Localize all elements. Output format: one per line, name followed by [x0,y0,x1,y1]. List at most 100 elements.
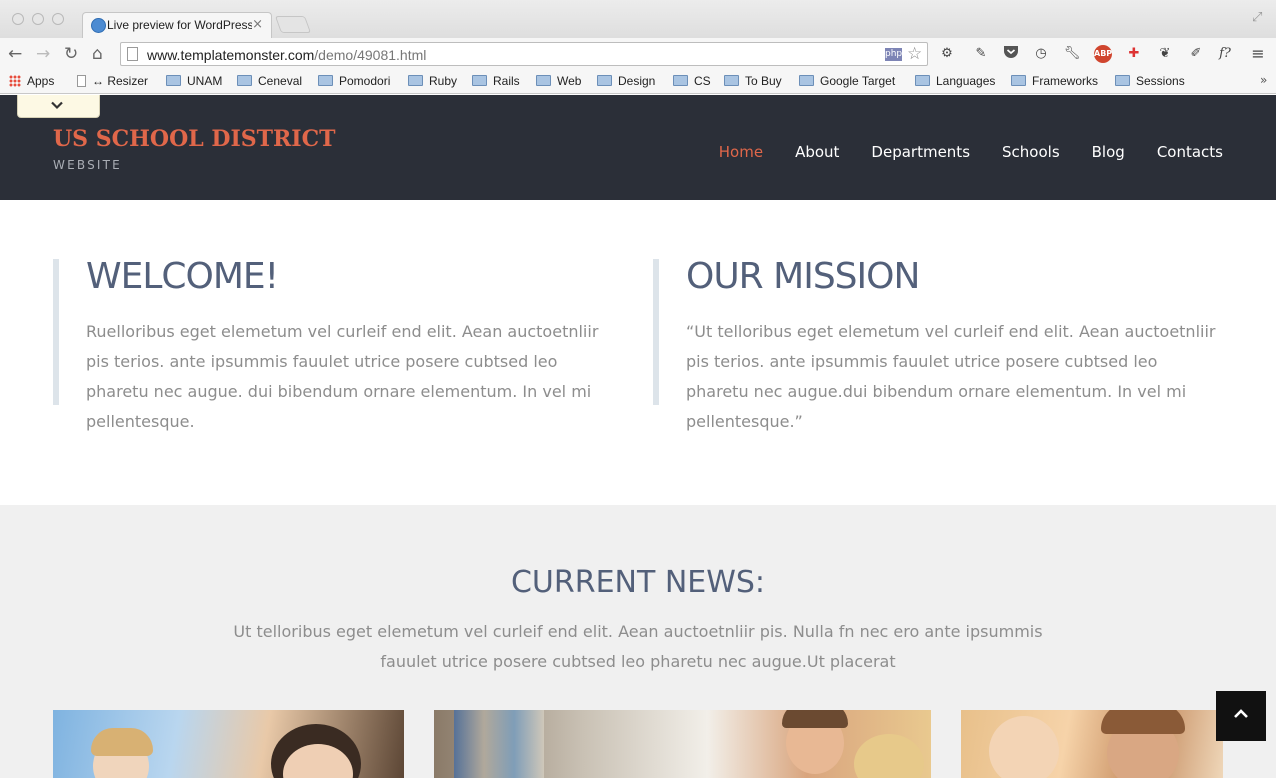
nav-about[interactable]: About [795,143,839,161]
bookmark-folder-design[interactable]: Design [597,74,655,88]
wrench-icon[interactable]: 🔧︎ [1063,45,1081,63]
bookmark-star-icon[interactable]: ☆ [907,44,922,64]
teacher-hair-shape [782,710,848,728]
bookmark-folder-to-buy[interactable]: To Buy [724,74,782,88]
folder-icon [799,75,814,86]
templatemonster-favicon-icon [91,18,106,33]
nav-schools[interactable]: Schools [1002,143,1060,161]
nav-home[interactable]: Home [719,143,763,161]
window-zoom-button[interactable] [52,13,64,25]
folder-icon [915,75,930,86]
page-icon [127,47,138,61]
folder-icon [472,75,487,86]
nav-contacts[interactable]: Contacts [1157,143,1223,161]
folder-icon [1011,75,1026,86]
address-bar[interactable]: www.templatemonster.com/demo/49081.html … [120,42,928,66]
pencil-tool-icon[interactable]: ✐ [1187,45,1205,63]
tab-close-icon[interactable]: × [252,17,263,32]
bookmark-label: Pomodori [339,74,391,88]
welcome-block: WELCOME! Ruelloribus eget elemetum vel c… [53,256,613,431]
student-hair-shape [1101,710,1185,734]
bookmark-folder-cs[interactable]: CS [673,74,711,88]
window-close-button[interactable] [12,13,24,25]
site-logo-title[interactable]: US SCHOOL DISTRICT [53,126,335,152]
url-path: /demo/49081.html [314,47,427,63]
mission-heading: OUR MISSION [686,256,920,297]
medical-cross-icon[interactable]: ✚ [1125,45,1143,63]
url-text[interactable]: www.templatemonster.com/demo/49081.html [147,47,426,63]
bookshelf-shape [454,710,544,778]
chevron-down-icon [51,101,63,110]
welcome-text: Ruelloribus eget elemetum vel curleif en… [86,322,599,431]
php-extension-icon[interactable]: php [885,48,902,61]
site-header: US SCHOOL DISTRICT WEBSITE Home About De… [0,95,1276,200]
mission-text: “Ut telloribus eget elemetum vel curleif… [686,322,1216,431]
back-arrow-icon[interactable]: ← [8,44,22,64]
fullscreen-icon[interactable]: ⤢ [1252,10,1262,25]
folder-icon [673,75,688,86]
bookmark-folder-sessions[interactable]: Sessions [1115,74,1185,88]
folder-icon [597,75,612,86]
folder-icon [166,75,181,86]
bookmark-label: Languages [936,74,996,88]
bookmark-apps[interactable]: Apps [9,74,54,88]
bookmark-resizer[interactable]: ↔ Resizer [77,74,148,88]
news-section: CURRENT NEWS: Ut telloribus eget elemetu… [0,505,1276,778]
news-image-classroom[interactable] [434,710,931,778]
bookmark-folder-languages[interactable]: Languages [915,74,995,88]
news-image-children[interactable] [53,710,404,778]
gear-icon[interactable]: ⚙ [938,45,956,63]
bookmark-folder-unam[interactable]: UNAM [166,74,222,88]
news-image-students[interactable] [961,710,1223,778]
student-hair-shape [854,734,924,778]
pocket-icon[interactable] [1002,45,1020,63]
bookmark-folder-pomodori[interactable]: Pomodori [318,74,390,88]
menu-icon[interactable]: ≡ [1249,45,1267,63]
home-icon[interactable]: ⌂ [92,44,103,64]
news-heading: CURRENT NEWS: [510,565,766,600]
bookmark-label: Design [618,74,656,88]
browser-tab-bar: Live preview for WordPress × ⤢ [0,0,1276,38]
bookmark-label: ↔ Resizer [92,74,149,88]
forward-arrow-icon[interactable]: → [36,44,50,64]
adblock-icon[interactable]: ABP [1094,45,1112,63]
bookmark-folder-frameworks[interactable]: Frameworks [1011,74,1098,88]
timer-icon[interactable]: ◷ [1032,45,1050,63]
eyedropper-icon[interactable]: ✎ [972,45,990,63]
apps-grid-icon [9,75,21,87]
bookmark-label: Frameworks [1032,74,1099,88]
bookmark-label: UNAM [187,74,223,88]
bookmark-folder-web[interactable]: Web [536,74,581,88]
bookmark-label: Ruby [429,74,458,88]
window-minimize-button[interactable] [32,13,44,25]
bookmark-folder-ceneval[interactable]: Ceneval [237,74,302,88]
font-finder-icon[interactable]: f? [1216,45,1234,63]
folder-icon [1115,75,1130,86]
bookmark-label: CS [694,74,711,88]
reload-icon[interactable]: ↻ [64,44,78,64]
more-bookmarks-button[interactable]: » [1260,73,1267,87]
nav-departments[interactable]: Departments [871,143,970,161]
folder-icon [318,75,333,86]
child-hair-shape [91,728,153,756]
folder-icon [408,75,423,86]
bookmark-label: Google Target [820,74,896,88]
page-icon [77,75,86,87]
bookmark-label: To Buy [745,74,782,88]
nav-blog[interactable]: Blog [1092,143,1125,161]
student-face-shape [989,716,1059,778]
demo-panel-toggle[interactable] [17,95,100,118]
main-nav: Home About Departments Schools Blog Cont… [687,143,1223,161]
folder-icon [536,75,551,86]
scroll-to-top-button[interactable] [1216,691,1266,741]
evernote-icon[interactable]: ❦ [1156,45,1174,63]
bookmark-folder-rails[interactable]: Rails [472,74,520,88]
welcome-heading: WELCOME! [86,256,279,297]
news-intro-text: Ut telloribus eget elemetum vel curleif … [233,622,1043,671]
folder-icon [237,75,252,86]
bookmark-label: Sessions [1136,74,1185,88]
bookmark-folder-ruby[interactable]: Ruby [408,74,457,88]
browser-tab-active[interactable]: Live preview for WordPress × [82,12,272,38]
new-tab-button[interactable] [274,16,312,33]
bookmark-folder-google-target[interactable]: Google Target [799,74,895,88]
